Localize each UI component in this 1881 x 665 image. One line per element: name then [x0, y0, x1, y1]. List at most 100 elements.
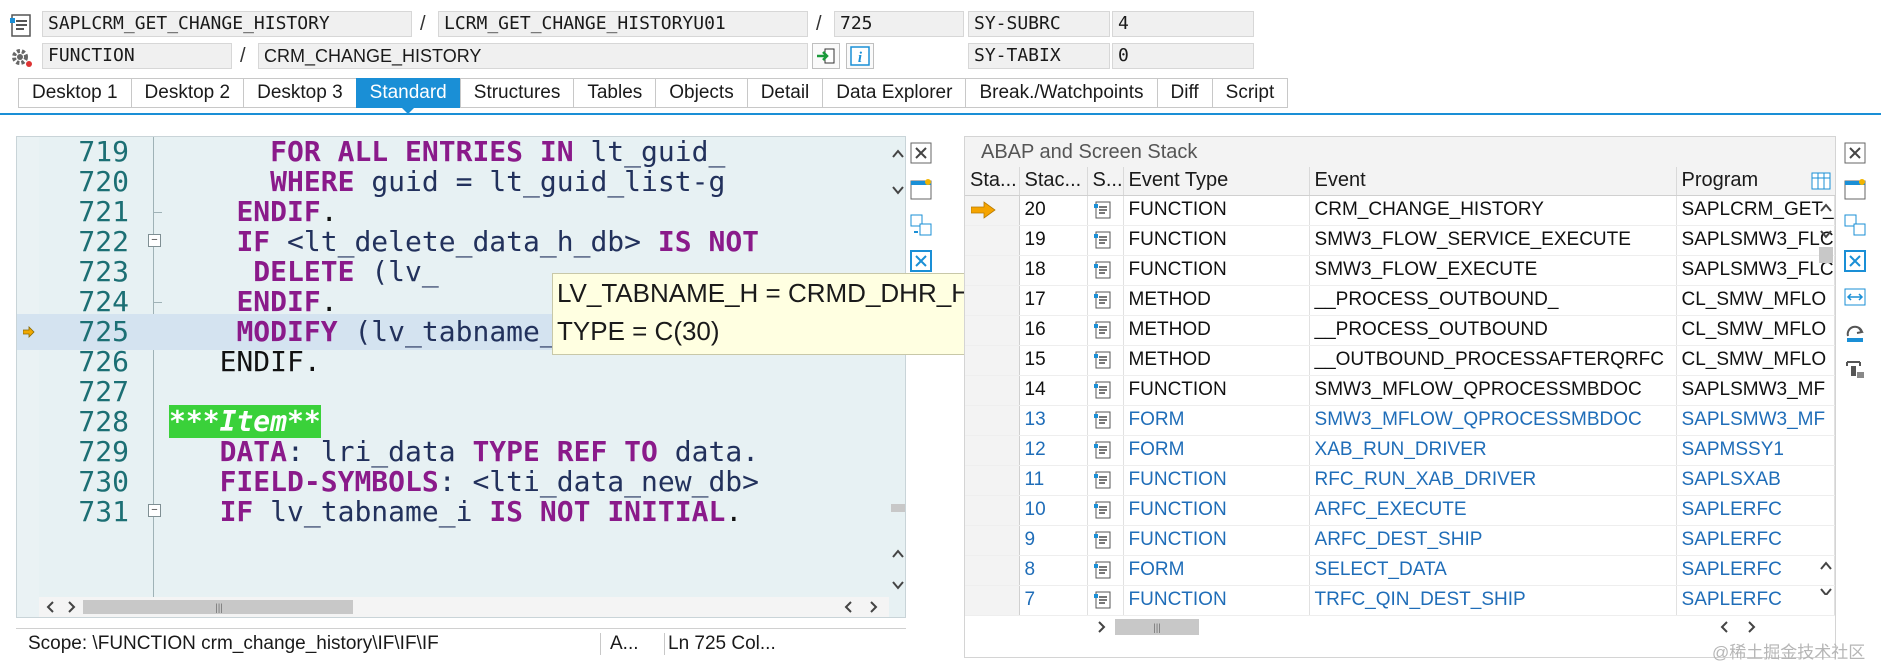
editor-horizontal-scrollbar[interactable]: |||	[39, 597, 889, 617]
stack-level-cell: 19	[1019, 225, 1088, 256]
source-icon-cell[interactable]	[1087, 255, 1124, 286]
stack-row[interactable]: 20 FUNCTION CRM_CHANGE_HISTORY SAPLCRM_GET_	[965, 195, 1835, 226]
source-icon-cell[interactable]	[1087, 345, 1124, 376]
new-pane-icon[interactable]	[1842, 176, 1868, 202]
row-marker-cell[interactable]	[965, 555, 1020, 586]
tab-desktop-3[interactable]: Desktop 3	[243, 78, 356, 108]
column-header[interactable]: Sta...	[965, 167, 1020, 196]
source-icon-cell[interactable]	[1087, 285, 1124, 316]
stack-level-cell: 17	[1019, 285, 1088, 316]
source-icon-cell[interactable]	[1087, 225, 1124, 256]
tab-diff[interactable]: Diff	[1156, 78, 1212, 108]
line-number-field[interactable]: 725	[834, 11, 964, 37]
swap-panes-icon[interactable]	[1842, 212, 1868, 238]
row-marker-cell[interactable]	[965, 585, 1020, 616]
stack-row[interactable]: 13 FORM SMW3_MFLOW_QPROCESSMBDOC SAPLSMW3_M…	[965, 405, 1835, 436]
row-marker-cell[interactable]	[965, 525, 1020, 556]
editor-side-toolbar	[908, 140, 938, 284]
stack-row[interactable]: 15 METHOD __OUTBOUND_PROCESSAFTERQRFC CL_SM…	[965, 345, 1835, 376]
stack-row[interactable]: 17 METHOD __PROCESS_OUTBOUND_ CL_SMW_MFLO	[965, 285, 1835, 316]
stack-row[interactable]: 8 FORM SELECT_DATA SAPLERFC	[965, 555, 1835, 586]
source-icon-cell[interactable]	[1087, 555, 1124, 586]
row-marker-cell[interactable]	[965, 465, 1020, 496]
info-icon[interactable]: i	[846, 43, 874, 69]
tab-break-watchpoints[interactable]: Break./Watchpoints	[965, 78, 1157, 108]
tab-data-explorer[interactable]: Data Explorer	[822, 78, 966, 108]
include-field[interactable]: LCRM_GET_CHANGE_HISTORYU01	[438, 11, 808, 37]
tab-structures[interactable]: Structures	[459, 78, 574, 108]
source-code-icon[interactable]	[8, 12, 34, 38]
stack-row[interactable]: 10 FUNCTION ARFC_EXECUTE SAPLERFC	[965, 495, 1835, 526]
source-code-icon	[1093, 591, 1110, 609]
stack-row[interactable]: 18 FUNCTION SMW3_FLOW_EXECUTE SAPLSMW3_FLC	[965, 255, 1835, 286]
program-cell: SAPLCRM_GET_	[1676, 195, 1835, 226]
stack-row[interactable]: 12 FORM XAB_RUN_DRIVER SAPMSSY1	[965, 435, 1835, 466]
source-icon-cell[interactable]	[1087, 405, 1124, 436]
stack-row[interactable]: 7 FUNCTION TRFC_QIN_DEST_SHIP SAPLERFC	[965, 585, 1835, 616]
column-header[interactable]: Stac...	[1019, 167, 1088, 196]
stack-row[interactable]: 19 FUNCTION SMW3_FLOW_SERVICE_EXECUTE SAPLS…	[965, 225, 1835, 256]
source-icon-cell[interactable]	[1087, 375, 1124, 406]
row-marker-cell[interactable]	[965, 255, 1020, 286]
stack-row[interactable]: 14 FUNCTION SMW3_MFLOW_QPROCESSMBDOC SAPLSM…	[965, 375, 1835, 406]
source-icon-cell[interactable]	[1087, 435, 1124, 466]
event-type-field[interactable]: FUNCTION	[42, 43, 232, 69]
new-pane-icon[interactable]	[908, 176, 934, 202]
stack-row[interactable]: 16 METHOD __PROCESS_OUTBOUND CL_SMW_MFLO	[965, 315, 1835, 346]
source-icon-cell[interactable]	[1087, 465, 1124, 496]
current-line-arrow-icon	[23, 326, 35, 338]
row-marker-cell[interactable]	[965, 405, 1020, 436]
fold-toggle-icon[interactable]: −	[148, 504, 161, 517]
source-icon-cell[interactable]	[1087, 585, 1124, 616]
settings-gear-icon[interactable]	[8, 44, 34, 70]
expand-width-icon[interactable]	[1842, 284, 1868, 310]
row-marker-cell[interactable]	[965, 315, 1020, 346]
close-pane-icon[interactable]	[1842, 140, 1868, 166]
stack-vertical-scrollbar[interactable]	[1817, 195, 1835, 597]
maximize-pane-icon[interactable]	[908, 248, 934, 274]
row-marker-cell[interactable]	[965, 435, 1020, 466]
source-icon-cell[interactable]	[1087, 315, 1124, 346]
row-marker-cell[interactable]	[965, 195, 1020, 226]
row-marker-cell[interactable]	[965, 225, 1020, 256]
tab-objects[interactable]: Objects	[655, 78, 747, 108]
column-header[interactable]: Event	[1309, 167, 1677, 196]
swap-panes-icon[interactable]	[908, 212, 934, 238]
tab-standard[interactable]: Standard	[355, 78, 460, 114]
tab-desktop-2[interactable]: Desktop 2	[130, 78, 244, 108]
stack-horizontal-scrollbar[interactable]: |||	[1076, 615, 1825, 639]
refresh-icon[interactable]	[1842, 320, 1868, 346]
source-icon-cell[interactable]	[1087, 525, 1124, 556]
event-type-cell: FUNCTION	[1123, 465, 1310, 496]
close-pane-icon[interactable]	[908, 140, 934, 166]
tab-tables[interactable]: Tables	[573, 78, 656, 108]
sy-subrc-value[interactable]: 4	[1112, 11, 1254, 37]
layout-settings-icon[interactable]	[1807, 167, 1835, 195]
execute-arrow-icon[interactable]	[812, 43, 840, 69]
maximize-pane-icon[interactable]	[1842, 248, 1868, 274]
source-icon-cell[interactable]	[1087, 195, 1124, 226]
event-name-field[interactable]: CRM_CHANGE_HISTORY	[258, 43, 808, 69]
event-type-cell: FUNCTION	[1123, 225, 1310, 256]
row-marker-cell[interactable]	[965, 285, 1020, 316]
tab-script[interactable]: Script	[1211, 78, 1289, 108]
stack-level-cell: 8	[1019, 555, 1088, 586]
row-marker-cell[interactable]	[965, 495, 1020, 526]
column-header[interactable]: Event Type	[1123, 167, 1310, 196]
row-marker-cell[interactable]	[965, 345, 1020, 376]
source-code-icon	[1093, 411, 1110, 429]
sy-tabix-value[interactable]: 0	[1112, 43, 1254, 69]
tools-icon[interactable]	[1842, 356, 1868, 382]
source-icon-cell[interactable]	[1087, 495, 1124, 526]
program-cell: SAPLSMW3_FLC	[1676, 255, 1835, 286]
source-code-editor[interactable]: 719 FOR ALL ENTRIES IN lt_guid_ 720 WHERE…	[16, 136, 906, 618]
row-marker-cell[interactable]	[965, 375, 1020, 406]
tab-detail[interactable]: Detail	[746, 78, 823, 108]
editor-vertical-scrollbar[interactable]	[889, 137, 905, 597]
fold-toggle-icon[interactable]: −	[148, 234, 161, 247]
tab-desktop-1[interactable]: Desktop 1	[18, 78, 131, 108]
column-header[interactable]: S...	[1087, 167, 1124, 196]
stack-row[interactable]: 9 FUNCTION ARFC_DEST_SHIP SAPLERFC	[965, 525, 1835, 556]
stack-row[interactable]: 11 FUNCTION RFC_RUN_XAB_DRIVER SAPLSXAB	[965, 465, 1835, 496]
program-field[interactable]: SAPLCRM_GET_CHANGE_HISTORY	[42, 11, 412, 37]
